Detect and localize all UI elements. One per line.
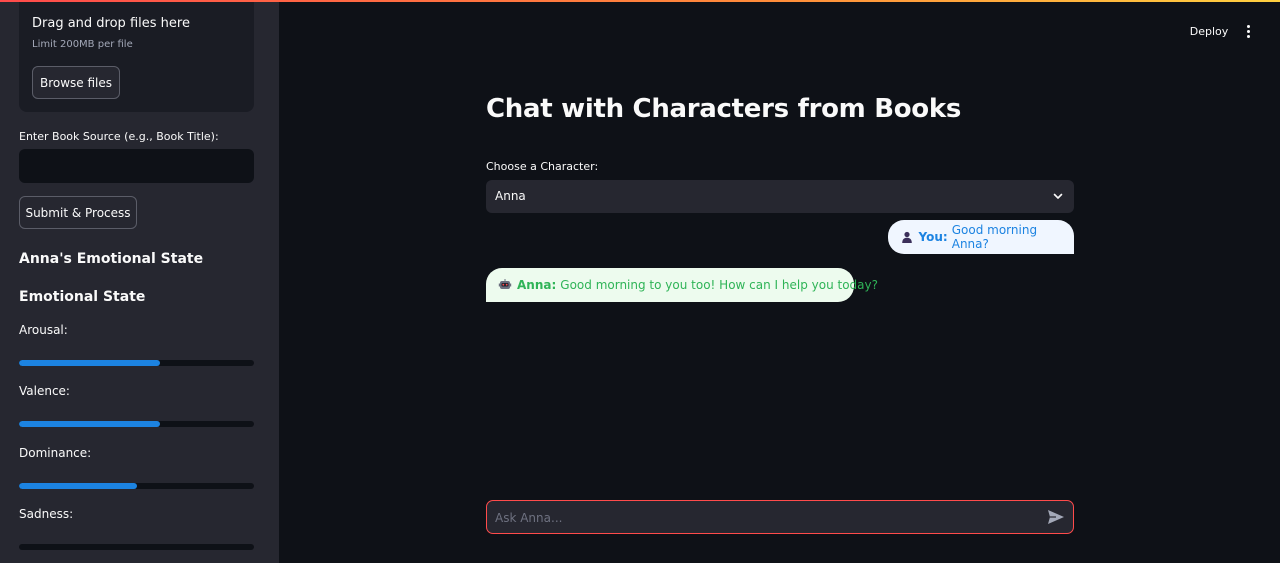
- submit-process-button[interactable]: Submit & Process: [19, 196, 137, 229]
- user-speaker-label: You:: [918, 230, 948, 244]
- bot-message-bubble: Anna: Good morning to you too! How can I…: [486, 268, 878, 302]
- top-decoration-bar: [0, 0, 1280, 2]
- character-select-value: Anna: [495, 189, 526, 203]
- chat-input[interactable]: [493, 507, 1037, 529]
- chevron-down-icon: [1053, 193, 1063, 199]
- emotional-state-heading: Anna's Emotional State: [19, 251, 204, 267]
- valence-label: Valence:: [19, 384, 70, 398]
- dominance-progress-fill: [19, 483, 137, 489]
- kebab-menu-icon[interactable]: [1240, 22, 1256, 40]
- send-icon[interactable]: [1047, 509, 1065, 525]
- page-title: Chat with Characters from Books: [486, 94, 962, 124]
- state-subheading: Emotional State: [19, 289, 146, 305]
- book-source-label: Enter Book Source (e.g., Book Title):: [19, 130, 219, 143]
- dominance-label: Dominance:: [19, 446, 92, 460]
- deploy-button[interactable]: Deploy: [1182, 22, 1236, 40]
- browse-files-button[interactable]: Browse files: [32, 66, 120, 99]
- valence-progress-fill: [19, 421, 160, 427]
- chat-input-box[interactable]: [486, 500, 1074, 534]
- valence-progress-bar: [19, 421, 254, 427]
- book-source-input[interactable]: [19, 149, 254, 183]
- drag-drop-text: Drag and drop files here: [32, 16, 190, 31]
- character-select[interactable]: Anna: [486, 180, 1074, 213]
- arousal-progress-fill: [19, 360, 160, 366]
- dominance-progress-bar: [19, 483, 254, 489]
- arousal-label: Arousal:: [19, 323, 68, 337]
- user-message-bubble: You: Good morning Anna?: [888, 220, 1074, 254]
- sidebar: Drag and drop files here Limit 200MB per…: [0, 0, 279, 563]
- user-message-text: Good morning Anna?: [951, 223, 1038, 251]
- arousal-progress-bar: [19, 360, 254, 366]
- bot-message-text: Good morning to you too! How can I help …: [560, 278, 878, 292]
- bot-speaker-label: Anna:: [517, 278, 557, 292]
- sadness-progress-bar: [19, 544, 254, 550]
- sadness-label: Sadness:: [19, 507, 74, 521]
- character-select-label: Choose a Character:: [486, 160, 599, 173]
- file-uploader-dropzone[interactable]: Drag and drop files here Limit 200MB per…: [19, 0, 254, 112]
- file-limit-text: Limit 200MB per file: [32, 39, 133, 50]
- user-icon: [900, 230, 914, 244]
- robot-icon: [498, 278, 512, 292]
